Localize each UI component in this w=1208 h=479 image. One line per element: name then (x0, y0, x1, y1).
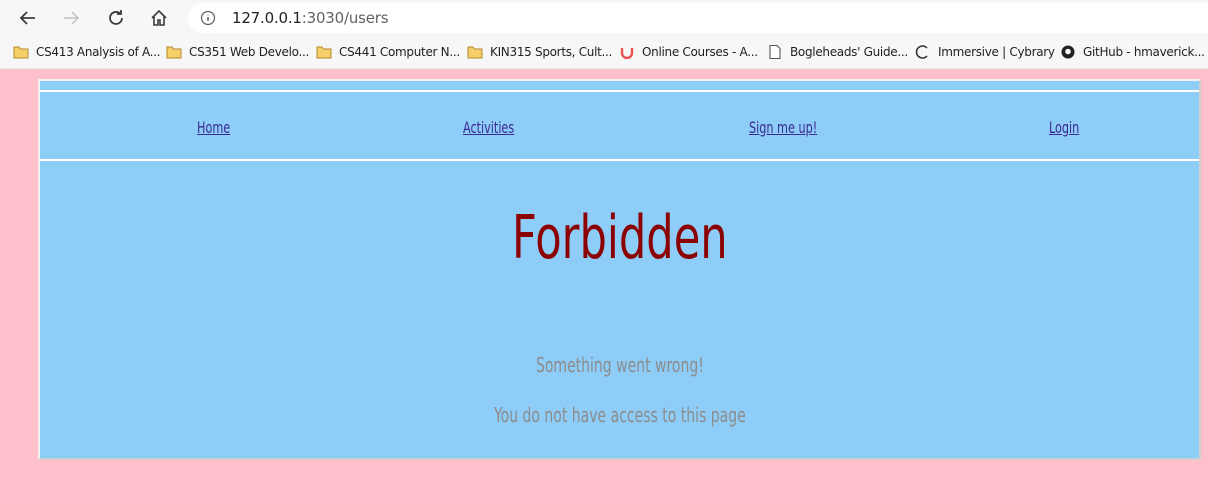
browser-chrome: 127.0.0.1:3030/users CS413 Analysis of A… (0, 0, 1208, 69)
address-bar[interactable]: 127.0.0.1:3030/users (188, 3, 1208, 33)
bookmarks-bar: CS413 Analysis of A... CS351 Web Develo.… (0, 36, 1208, 69)
folder-icon (13, 46, 29, 59)
bookmark-item[interactable]: Immersive | Cybrary (915, 43, 1055, 61)
home-icon (151, 9, 167, 26)
main-content: Forbidden Something went wrong! You do n… (40, 163, 1199, 458)
bookmark-item[interactable]: Bogleheads' Guide... (767, 43, 908, 61)
reload-button[interactable] (102, 4, 130, 32)
top-strip (40, 81, 1199, 92)
home-button[interactable] (145, 4, 173, 32)
reload-icon (109, 10, 123, 25)
folder-icon (316, 46, 332, 59)
bookmark-item[interactable]: CS413 Analysis of A... (13, 43, 161, 61)
forward-arrow-icon (64, 11, 80, 25)
nav-home-link[interactable]: Home (197, 118, 230, 137)
bookmark-item[interactable]: Online Courses - A... (619, 43, 758, 61)
github-icon (1061, 45, 1075, 59)
folder-icon (166, 46, 182, 59)
bookmark-item[interactable]: CS351 Web Develo... (166, 43, 309, 61)
page-title: Forbidden (511, 203, 728, 273)
back-button[interactable] (14, 4, 42, 32)
nav-signup-link[interactable]: Sign me up! (749, 118, 817, 137)
browser-toolbar: 127.0.0.1:3030/users (0, 0, 1208, 36)
nav-login-link[interactable]: Login (1049, 118, 1079, 137)
error-message: Something went wrong! (535, 353, 704, 377)
page-icon (769, 45, 781, 59)
page-container: Home Activities Sign me up! Login Forbid… (38, 79, 1201, 460)
bookmark-item[interactable]: KIN315 Sports, Cult... (467, 43, 612, 61)
nav-activities-link[interactable]: Activities (463, 118, 514, 137)
bookmark-item[interactable]: GitHub - hmaverick... (1060, 43, 1205, 61)
cybrary-icon (915, 45, 928, 59)
access-message: You do not have access to this page (493, 403, 746, 427)
udemy-icon (620, 48, 634, 59)
info-icon[interactable] (200, 10, 216, 26)
url-text: 127.0.0.1:3030/users (232, 9, 389, 27)
folder-icon (467, 46, 483, 59)
back-arrow-icon (19, 11, 35, 25)
site-navbar: Home Activities Sign me up! Login (40, 92, 1199, 161)
bookmark-item[interactable]: CS441 Computer N... (316, 43, 460, 61)
forward-button[interactable] (57, 4, 85, 32)
